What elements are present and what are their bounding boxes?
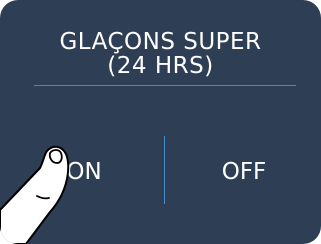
panel-title-line1: GLAÇONS SUPER (59, 29, 262, 55)
title-divider (34, 85, 296, 86)
on-button[interactable]: ON (24, 155, 144, 189)
off-button[interactable]: OFF (184, 155, 304, 189)
settings-panel: GLAÇONS SUPER (24 HRS) ON OFF (0, 0, 321, 244)
option-divider (164, 136, 165, 204)
off-button-label: OFF (221, 159, 267, 185)
panel-title-line2: (24 HRS) (107, 53, 214, 79)
on-button-label: ON (66, 159, 102, 185)
panel-title: GLAÇONS SUPER (24 HRS) (0, 30, 321, 78)
